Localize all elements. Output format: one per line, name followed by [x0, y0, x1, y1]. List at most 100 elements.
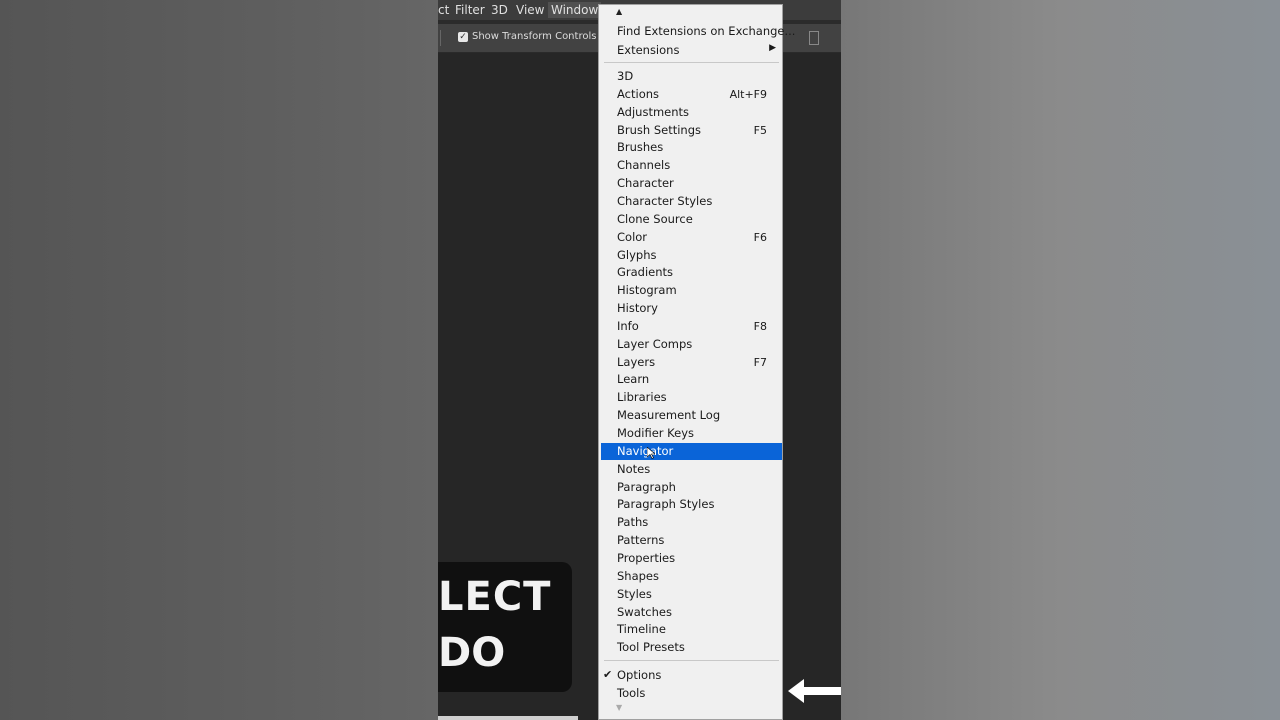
- menu-item-label: Brush Settings: [617, 122, 702, 137]
- menu-item-shapes[interactable]: Shapes: [601, 568, 782, 585]
- arrow-left-icon: [788, 679, 841, 703]
- menu-item-label: Timeline: [617, 622, 666, 637]
- scroll-up-icon[interactable]: ▲: [616, 7, 622, 16]
- menu-item-label: Paragraph: [617, 479, 676, 494]
- menu-item-libraries[interactable]: Libraries: [601, 389, 782, 406]
- menu-item-label: Gradients: [617, 265, 674, 280]
- menu-separator-top: [604, 62, 779, 63]
- submenu-arrow-icon: ▶: [769, 42, 776, 53]
- menu-3d[interactable]: 3D: [491, 3, 508, 17]
- align-icon[interactable]: [809, 31, 819, 45]
- checkmark-icon: ✔: [603, 668, 613, 681]
- menu-item-notes[interactable]: Notes: [601, 461, 782, 478]
- menu-item-paths[interactable]: Paths: [601, 514, 782, 531]
- menu-item-label: Modifier Keys: [617, 426, 694, 440]
- menu-item-glyphs[interactable]: Glyphs: [601, 247, 782, 264]
- menu-item-character[interactable]: Character: [601, 175, 782, 192]
- menu-item-label: Tools: [617, 685, 646, 700]
- menu-item-patterns[interactable]: Patterns: [601, 532, 782, 549]
- menu-item-label: Paths: [617, 515, 649, 530]
- menu-item-label: Histogram: [617, 283, 677, 298]
- menu-item-label: History: [617, 301, 658, 316]
- menu-item-timeline[interactable]: Timeline: [601, 621, 782, 638]
- menu-window[interactable]: Window: [548, 2, 602, 18]
- menu-item-shortcut: F6: [753, 230, 767, 244]
- menu-select[interactable]: ct: [438, 3, 449, 17]
- menu-item-clone-source[interactable]: Clone Source: [601, 211, 782, 228]
- menu-item-label: Navigator: [617, 443, 674, 458]
- menu-item-learn[interactable]: Learn: [601, 371, 782, 388]
- menu-item-color[interactable]: Color F6: [601, 229, 782, 246]
- menu-item-label: Tool Presets: [617, 640, 685, 655]
- menu-item-3d[interactable]: 3D: [601, 68, 782, 85]
- menu-item-label: Shapes: [617, 568, 660, 583]
- menu-item-extensions[interactable]: Extensions ▶: [601, 42, 782, 59]
- menu-item-shortcut: Alt+F9: [729, 87, 767, 101]
- menu-item-options[interactable]: ✔ Options: [601, 667, 782, 684]
- window-menu-dropdown: ▲ ▼ Find Extensions on Exchange... Extens…: [598, 4, 795, 720]
- menu-item-brushes[interactable]: Brushes: [601, 139, 782, 156]
- menu-item-styles[interactable]: Styles: [601, 586, 782, 603]
- menu-item-label: Notes: [617, 461, 651, 476]
- menu-item-label: Clone Source: [617, 211, 693, 226]
- menu-item-label: Info: [617, 318, 639, 333]
- menu-item-label: 3D: [617, 69, 634, 83]
- menu-item-histogram[interactable]: Histogram: [601, 282, 782, 299]
- banner-text-line2: DO: [438, 630, 506, 676]
- menu-item-tool-presets[interactable]: Tool Presets: [601, 639, 782, 656]
- menu-item-label: Options: [617, 668, 662, 682]
- menu-item-measurement-log[interactable]: Measurement Log: [601, 407, 782, 424]
- menu-item-label: Character Styles: [617, 193, 713, 208]
- menu-item-shortcut: F5: [753, 123, 767, 137]
- menu-item-channels[interactable]: Channels: [601, 157, 782, 174]
- menu-view[interactable]: View: [516, 3, 544, 17]
- menu-item-label: Layers: [617, 354, 656, 369]
- menu-item-paragraph-styles[interactable]: Paragraph Styles: [601, 496, 782, 513]
- menu-item-label: Properties: [617, 550, 676, 565]
- menu-item-label: Channels: [617, 158, 671, 173]
- menu-item-layers[interactable]: Layers F7: [601, 354, 782, 371]
- show-transform-checkbox[interactable]: ✓: [458, 32, 468, 42]
- menu-item-adjustments[interactable]: Adjustments: [601, 104, 782, 121]
- menu-item-label: Paragraph Styles: [617, 497, 715, 512]
- menu-item-gradients[interactable]: Gradients: [601, 264, 782, 281]
- scroll-down-icon[interactable]: ▼: [616, 703, 622, 712]
- canvas-bottom-strip: [438, 716, 578, 720]
- menu-item-find-extensions-on-exchange[interactable]: Find Extensions on Exchange...: [601, 23, 795, 40]
- menu-item-label: Actions: [617, 86, 660, 101]
- menu-item-label: Patterns: [617, 533, 665, 548]
- menu-item-label: Adjustments: [617, 104, 690, 119]
- background-right: [841, 0, 1280, 720]
- mouse-cursor-icon: [647, 446, 655, 459]
- menu-item-label: Layer Comps: [617, 336, 693, 351]
- menu-item-label: Find Extensions on Exchange...: [617, 24, 796, 38]
- menu-item-label: Learn: [617, 372, 650, 387]
- menu-item-tools[interactable]: Tools: [601, 685, 782, 702]
- menu-item-label: Character: [617, 176, 674, 191]
- menu-item-label: Glyphs: [617, 247, 657, 262]
- menu-item-info[interactable]: Info F8: [601, 318, 782, 335]
- menu-item-label: Color: [617, 229, 648, 244]
- menu-separator-bottom: [604, 660, 779, 661]
- menu-item-label: Swatches: [617, 604, 672, 619]
- menu-filter[interactable]: Filter: [455, 3, 485, 17]
- background-left: [0, 0, 438, 720]
- menu-item-label: Extensions: [617, 42, 680, 57]
- menu-item-shortcut: F7: [753, 355, 767, 369]
- menu-item-swatches[interactable]: Swatches: [601, 604, 782, 621]
- show-transform-label: Show Transform Controls: [472, 31, 597, 42]
- menu-item-navigator[interactable]: Navigator: [601, 442, 782, 460]
- menu-item-label: Styles: [617, 586, 652, 601]
- banner-text-line1: LECT: [438, 574, 552, 620]
- menu-item-layer-comps[interactable]: Layer Comps: [601, 336, 782, 353]
- menu-item-character-styles[interactable]: Character Styles: [601, 193, 782, 210]
- menu-item-label: Libraries: [617, 390, 667, 405]
- menu-item-shortcut: F8: [753, 319, 767, 333]
- menu-item-brush-settings[interactable]: Brush Settings F5: [601, 122, 782, 139]
- options-divider: [440, 30, 441, 46]
- menu-item-history[interactable]: History: [601, 300, 782, 317]
- menu-item-properties[interactable]: Properties: [601, 550, 782, 567]
- menu-item-paragraph[interactable]: Paragraph: [601, 479, 782, 496]
- menu-item-modifier-keys[interactable]: Modifier Keys: [601, 425, 782, 442]
- menu-item-actions[interactable]: Actions Alt+F9: [601, 86, 782, 103]
